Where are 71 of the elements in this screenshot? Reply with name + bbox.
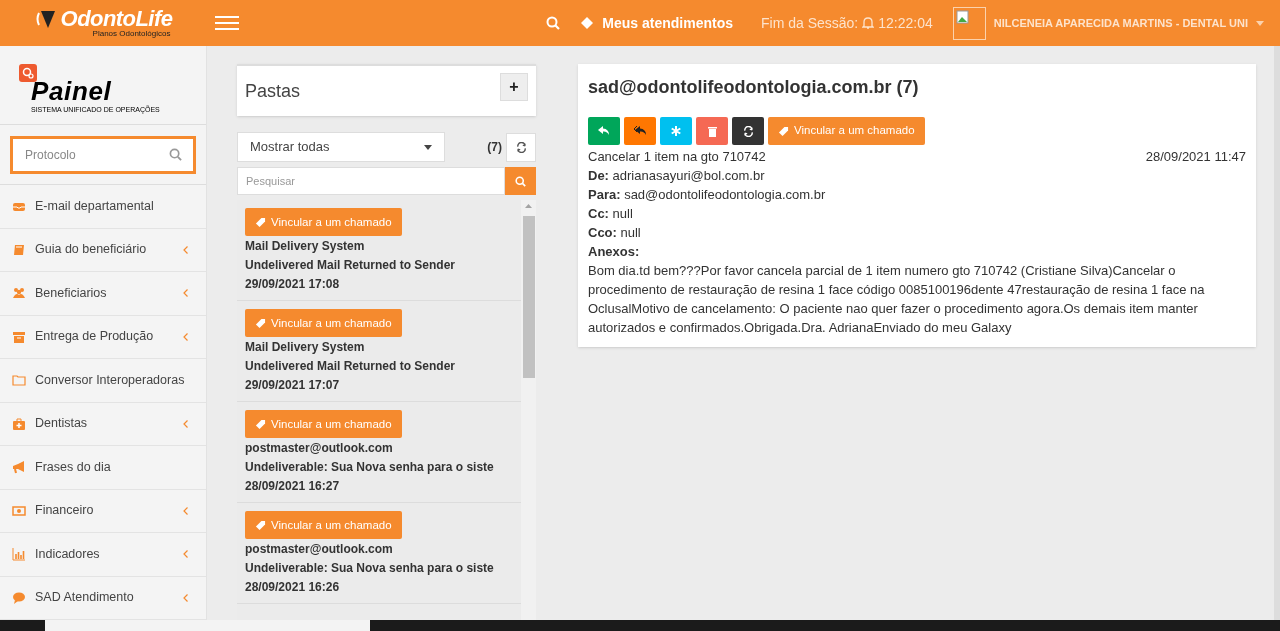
brand-text: Painel xyxy=(31,78,113,104)
refresh-button[interactable] xyxy=(506,132,536,162)
search-icon[interactable] xyxy=(546,16,561,30)
search-icon[interactable] xyxy=(169,147,182,161)
message-sender: Mail Delivery System xyxy=(245,339,365,356)
tag-icon xyxy=(255,519,266,531)
reply-icon xyxy=(598,126,610,136)
protocol-search-field[interactable]: Protocolo xyxy=(10,135,196,174)
asterisk-icon xyxy=(671,126,681,136)
mail-field: Anexos: xyxy=(588,242,640,261)
mail-subject: Cancelar 1 item na gto 710742 xyxy=(588,148,766,166)
search-button[interactable] xyxy=(505,167,536,195)
archive-icon xyxy=(12,329,26,344)
add-button[interactable]: + xyxy=(500,73,528,101)
mail-field: De: adrianasayuri@bol.com.br xyxy=(588,166,765,185)
message-sender: Mail Delivery System xyxy=(245,238,365,255)
speech-bubble-icon xyxy=(12,590,26,605)
logo-text: OdontoLife xyxy=(60,8,173,30)
message-count: (7) xyxy=(487,139,502,156)
tag-icon xyxy=(778,125,789,137)
session-label: Fim da Sessão: xyxy=(761,13,859,33)
logo-tagline: Planos Odontológicos xyxy=(92,30,171,38)
mail-date: 28/09/2021 11:47 xyxy=(1145,148,1246,166)
refresh-icon xyxy=(742,125,754,137)
filter-dropdown[interactable]: Mostrar todas xyxy=(237,132,445,162)
folders-title: Pastas xyxy=(245,79,301,103)
reply-button[interactable] xyxy=(588,117,620,145)
medkit-icon xyxy=(12,416,26,431)
folder-icon xyxy=(12,373,26,388)
message-sender: postmaster@outlook.com xyxy=(245,541,393,558)
tag-icon xyxy=(255,418,266,430)
scrollbar[interactable] xyxy=(521,200,536,620)
mail-field: Cco: null xyxy=(588,223,641,242)
gear-icon xyxy=(19,64,37,82)
message-subject: Undeliverable: Sua Nova senha para o siste xyxy=(245,459,494,476)
mail-field: Cc: null xyxy=(588,204,633,223)
message-subject: Undelivered Mail Returned to Sender xyxy=(245,257,456,274)
mail-field: Para: sad@odontolifeodontologia.com.br xyxy=(588,185,826,204)
ticket-icon xyxy=(580,16,595,30)
tag-icon xyxy=(255,216,266,228)
caret-icon[interactable] xyxy=(1256,20,1264,26)
reply-all-button[interactable] xyxy=(624,117,656,145)
search-icon xyxy=(515,175,526,187)
scrollbar[interactable] xyxy=(1274,46,1280,620)
book-icon xyxy=(12,242,26,257)
search-field[interactable]: Pesquisar xyxy=(237,167,505,195)
message-subject: Undelivered Mail Returned to Sender xyxy=(245,358,456,375)
message-date: 28/09/2021 16:27 xyxy=(245,478,340,495)
refresh-button[interactable] xyxy=(732,117,764,145)
mail-body: Bom dia.td bem???Por favor cancela parcial de 1 item numero gto 710742 (Cristiane Silva)Cancelar o procedimento de restauração de resina 1 face código 0085100196dente 47restauração de resina 1 face na OclusalMotivo de cancelamento: O paciente nao quer fazer o procedimento agora.Os demais item manter autorizados e confirmados.Obrigada.Dra. AdrianaEnviado do meu Galaxy xyxy=(588,262,1206,337)
message-sender: postmaster@outlook.com xyxy=(245,440,393,457)
message-date: 29/09/2021 17:07 xyxy=(245,377,340,394)
logo-icon xyxy=(34,9,57,29)
tag-icon xyxy=(255,317,266,329)
money-icon xyxy=(12,503,26,518)
message-date: 29/09/2021 17:08 xyxy=(245,276,340,293)
bell-icon xyxy=(862,16,875,30)
megaphone-icon xyxy=(12,460,26,475)
menu-icon[interactable] xyxy=(215,14,239,32)
trash-icon xyxy=(707,125,717,137)
people-icon xyxy=(12,286,26,301)
message-date: 28/09/2021 16:26 xyxy=(245,579,340,596)
scroll-arrow-icon[interactable] xyxy=(525,204,532,208)
mail-title: sad@odontolifeodontologia.com.br (7) xyxy=(588,76,920,99)
session-time: 12:22:04 xyxy=(878,13,933,33)
caret-icon xyxy=(424,144,432,150)
refresh-icon xyxy=(515,141,527,153)
bar-chart-icon xyxy=(12,547,26,562)
avatar-placeholder xyxy=(952,6,986,40)
reply-all-icon xyxy=(634,126,646,136)
message-subject: Undeliverable: Sua Nova senha para o siste xyxy=(245,560,494,577)
